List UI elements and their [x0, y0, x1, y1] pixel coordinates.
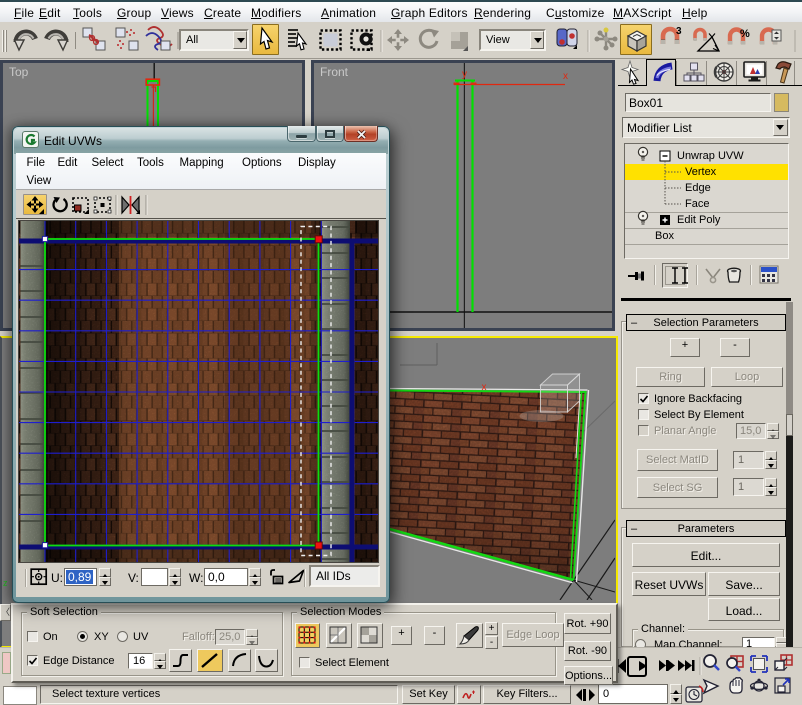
svg-text:x: x [482, 382, 487, 393]
svg-text:z: z [3, 578, 8, 588]
svg-text:%: % [740, 28, 750, 40]
svg-text:x: x [563, 71, 568, 82]
svg-text:y: y [462, 69, 467, 80]
svg-text:3: 3 [676, 26, 682, 37]
